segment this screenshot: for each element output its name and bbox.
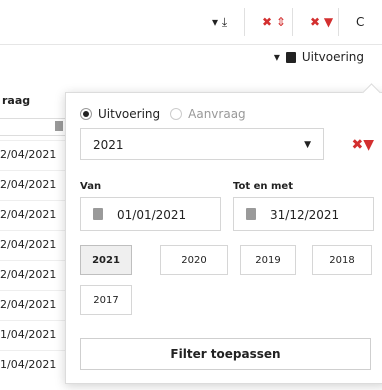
date-mode-bar: ▾ Uitvoering [0,44,382,74]
year-select[interactable]: 2021 ▼ [80,128,324,160]
year-button-2018[interactable]: 2018 [312,245,372,275]
radio-unselected-icon [170,108,183,120]
radio-selected-icon [80,108,92,120]
to-label: Tot en met [233,181,293,192]
apply-filter-button[interactable]: Filter toepassen [80,338,371,370]
clear-date-filter-button[interactable]: ✖▼ [352,137,375,153]
clear-filter-button[interactable]: ✖ ▼ [310,12,333,32]
from-date-field[interactable]: 01/01/2021 [80,197,221,231]
radio-label: Aanvraag [188,107,246,121]
calendar-icon [93,208,103,220]
column-header-aanvraag[interactable]: raag [0,84,70,110]
calendar-icon [285,51,296,63]
year-button-2021[interactable]: 2021 [80,245,132,275]
toolbar: ▾ ⤓ ✖ ⇕ ✖ ▼ C [0,0,382,45]
cell-date: 2/04/2021 [0,298,57,311]
toolbar-divider [244,8,245,36]
clear-sort-icon: ✖ ⇕ [262,15,286,29]
cell-date: 2/04/2021 [0,178,57,191]
year-select-value: 2021 [93,138,124,152]
radio-aanvraag[interactable]: Aanvraag [170,107,246,121]
calendar-icon [55,121,63,131]
export-button[interactable]: ▾ ⤓ [212,12,227,32]
date-filter-popup: Uitvoering Aanvraag 2021 ▼ ✖▼ Van Tot en… [65,83,382,384]
chevron-down-icon: ▼ [304,140,311,150]
year-button-2019[interactable]: 2019 [240,245,296,275]
to-date-value: 31/12/2021 [270,208,340,222]
refresh-button[interactable]: C [356,12,364,32]
cell-date: 2/04/2021 [0,148,57,161]
to-date-field[interactable]: 31/12/2021 [233,197,374,231]
toolbar-divider [292,8,293,36]
download-icon: ▾ ⤓ [212,14,228,29]
from-label: Van [80,181,102,192]
year-button-2017[interactable]: 2017 [80,285,132,315]
date-type-radio-group: Uitvoering Aanvraag [80,107,246,121]
column-filter-input[interactable] [0,118,66,136]
clear-filter-icon: ✖ ▼ [310,15,334,29]
clear-filter-icon: ✖▼ [351,137,375,153]
date-mode-selector[interactable]: ▾ Uitvoering [274,50,364,64]
radio-label: Uitvoering [98,107,161,121]
toolbar-divider [338,8,339,36]
from-date-value: 01/01/2021 [117,208,187,222]
cell-date: 2/04/2021 [0,268,57,281]
year-button-2020[interactable]: 2020 [160,245,228,275]
radio-uitvoering[interactable]: Uitvoering [80,107,160,121]
cell-date: 2/04/2021 [0,208,57,221]
cell-date: 2/04/2021 [0,238,57,251]
chevron-down-icon: ▾ [273,50,280,64]
refresh-icon: C [356,15,365,29]
clear-sort-button[interactable]: ✖ ⇕ [262,12,286,32]
calendar-icon [246,208,256,220]
cell-date: 1/04/2021 [0,358,57,371]
date-mode-label: Uitvoering [301,50,364,64]
cell-date: 1/04/2021 [0,328,57,341]
